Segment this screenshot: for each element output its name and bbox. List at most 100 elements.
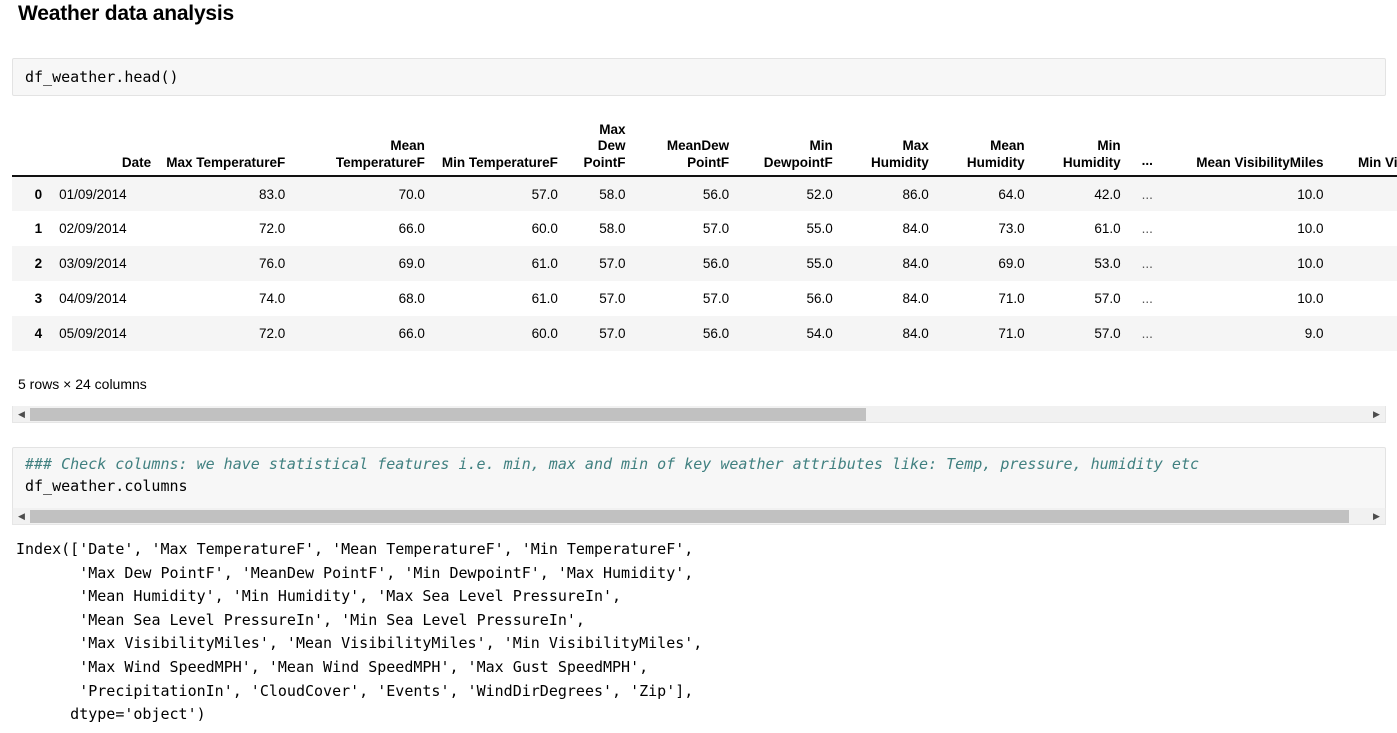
column-header-ellipsis: ...	[1127, 104, 1167, 177]
code-cell-horizontal-scrollbar[interactable]: ◀ ▶	[12, 508, 1386, 525]
cell-max-dew-pointf: 58.0	[599, 186, 626, 202]
cell-min-humidity: 42.0	[1094, 186, 1121, 202]
row-index: 1	[34, 221, 43, 236]
cell-min-visibilitymiles: 8.0	[1331, 281, 1397, 316]
row-index: 3	[34, 291, 43, 306]
cell-date: 01/09/2014	[59, 186, 127, 202]
cell-max-temperaturef: 76.0	[259, 256, 286, 271]
cell-mean-visibilitymiles: 10.0	[1297, 186, 1324, 202]
code-cell-input-1[interactable]: df_weather.head()	[12, 58, 1386, 96]
cell-mean-temperaturef: 66.0	[398, 221, 425, 236]
page-title: Weather data analysis	[18, 2, 235, 25]
cell-date: 04/09/2014	[59, 291, 127, 306]
cell-min-temperaturef: 60.0	[531, 326, 558, 341]
column-header-max-temperaturef: Max TemperatureF	[158, 104, 293, 177]
notebook-page: Weather data analysis df_weather.head() …	[0, 0, 1397, 733]
cell-mean-humidity: 69.0	[998, 256, 1025, 271]
cell-max-humidity: 86.0	[902, 186, 929, 202]
cell-mean-humidity: 71.0	[998, 326, 1025, 341]
cell-max-dew-pointf: 57.0	[599, 256, 626, 271]
cell-max-humidity: 84.0	[902, 256, 929, 271]
cell-mean-temperaturef: 70.0	[398, 186, 425, 202]
cell-meandew-pointf: 57.0	[702, 291, 730, 306]
row-index: 0	[34, 186, 43, 202]
cell-min-temperaturef: 61.0	[531, 256, 558, 271]
column-header-max-humidity: Max Humidity	[839, 104, 936, 177]
row-index: 2	[34, 256, 43, 271]
table-horizontal-scrollbar[interactable]: ◀ ▶	[12, 406, 1386, 423]
cell-max-humidity: 84.0	[902, 326, 929, 341]
table-row: 3 04/09/2014 74.0 68.0 61.0 57.0 57.0 56…	[12, 281, 1397, 316]
cell-min-dewpointf: 56.0	[806, 291, 833, 306]
scroll-right-arrow-icon[interactable]: ▶	[1368, 406, 1385, 422]
cell-mean-humidity: 71.0	[998, 291, 1025, 306]
cell-max-dew-pointf: 57.0	[599, 291, 626, 306]
column-header-mean-temperaturef: Mean TemperatureF	[292, 104, 432, 177]
cell-mean-temperaturef: 66.0	[398, 326, 425, 341]
cell-min-humidity: 61.0	[1094, 221, 1121, 236]
cell-min-dewpointf: 55.0	[806, 221, 833, 236]
scrollbar-thumb[interactable]	[30, 509, 1350, 523]
cell-min-dewpointf: 55.0	[806, 256, 833, 271]
table-row: 1 02/09/2014 72.0 66.0 60.0 58.0 57.0 55…	[12, 211, 1397, 246]
cell-max-temperaturef: 72.0	[259, 221, 286, 236]
cell-mean-visibilitymiles: 10.0	[1297, 291, 1324, 306]
dataframe-header: Date Max TemperatureF Mean TemperatureF …	[12, 104, 1397, 177]
cell-ellipsis: ...	[1141, 256, 1153, 271]
cell-mean-humidity: 73.0	[998, 221, 1025, 236]
cell-min-temperaturef: 61.0	[531, 291, 558, 306]
scroll-left-arrow-icon[interactable]: ◀	[13, 508, 30, 524]
column-header-min-dewpointf: Min DewpointF	[736, 104, 840, 177]
cell-mean-temperaturef: 68.0	[398, 291, 425, 306]
cell-min-temperaturef: 57.0	[531, 186, 558, 202]
dataframe: Date Max TemperatureF Mean TemperatureF …	[12, 104, 1397, 351]
cell-mean-humidity: 64.0	[998, 186, 1025, 202]
column-header-index	[12, 104, 50, 177]
cell-mean-visibilitymiles: 10.0	[1297, 256, 1324, 271]
cell-date: 03/09/2014	[59, 256, 127, 271]
column-header-max-dew-pointf: Max Dew PointF	[564, 104, 633, 177]
cell-date: 05/09/2014	[59, 326, 127, 341]
column-header-min-humidity: Min Humidity	[1031, 104, 1128, 177]
cell-mean-visibilitymiles: 10.0	[1297, 221, 1324, 236]
dataframe-header-row: Date Max TemperatureF Mean TemperatureF …	[12, 104, 1397, 177]
cell-ellipsis: ...	[1141, 221, 1153, 236]
scroll-right-arrow-icon[interactable]: ▶	[1368, 508, 1385, 524]
cell-min-dewpointf: 52.0	[806, 186, 833, 202]
column-header-date: Date	[49, 104, 159, 177]
cell-max-dew-pointf: 57.0	[599, 326, 626, 341]
cell-min-visibilitymiles: 7.0	[1331, 316, 1397, 351]
cell-ellipsis: ...	[1141, 291, 1153, 306]
scrollbar-track[interactable]	[30, 407, 1368, 421]
cell-min-humidity: 53.0	[1094, 256, 1121, 271]
dataframe-body: 0 01/09/2014 83.0 70.0 57.0 58.0 56.0 52…	[12, 176, 1397, 351]
cell-max-dew-pointf: 58.0	[599, 221, 626, 236]
cell-min-visibilitymiles: 8.0	[1331, 176, 1397, 211]
table-row: 4 05/09/2014 72.0 66.0 60.0 57.0 56.0 54…	[12, 316, 1397, 351]
cell-min-visibilitymiles: 10.0	[1331, 246, 1397, 281]
table-row: 0 01/09/2014 83.0 70.0 57.0 58.0 56.0 52…	[12, 176, 1397, 211]
code-cell-1-line: df_weather.head()	[25, 68, 179, 86]
cell-ellipsis: ...	[1141, 186, 1153, 202]
table-row: 2 03/09/2014 76.0 69.0 61.0 57.0 56.0 55…	[12, 246, 1397, 281]
cell-min-dewpointf: 54.0	[806, 326, 833, 341]
cell-min-humidity: 57.0	[1094, 326, 1121, 341]
dataframe-shape-label: 5 rows × 24 columns	[18, 376, 147, 392]
cell-min-visibilitymiles: 7.0	[1331, 211, 1397, 246]
cell-date: 02/09/2014	[59, 221, 127, 236]
columns-index-output: Index(['Date', 'Max TemperatureF', 'Mean…	[16, 540, 703, 724]
cell-max-humidity: 84.0	[902, 291, 929, 306]
cell-max-temperaturef: 72.0	[259, 326, 286, 341]
column-header-meandew-pointf: MeanDew PointF	[632, 104, 737, 177]
cell-min-temperaturef: 60.0	[531, 221, 558, 236]
cell-meandew-pointf: 56.0	[702, 326, 730, 341]
cell-min-humidity: 57.0	[1094, 291, 1121, 306]
cell-ellipsis: ...	[1141, 326, 1153, 341]
scroll-left-arrow-icon[interactable]: ◀	[13, 406, 30, 422]
scrollbar-thumb[interactable]	[30, 407, 867, 421]
cell-meandew-pointf: 56.0	[702, 186, 730, 202]
code-cell-2-comment: ### Check columns: we have statistical f…	[25, 455, 1199, 473]
cell-meandew-pointf: 56.0	[702, 256, 730, 271]
cell-mean-visibilitymiles: 9.0	[1304, 326, 1324, 341]
scrollbar-track[interactable]	[30, 509, 1368, 523]
